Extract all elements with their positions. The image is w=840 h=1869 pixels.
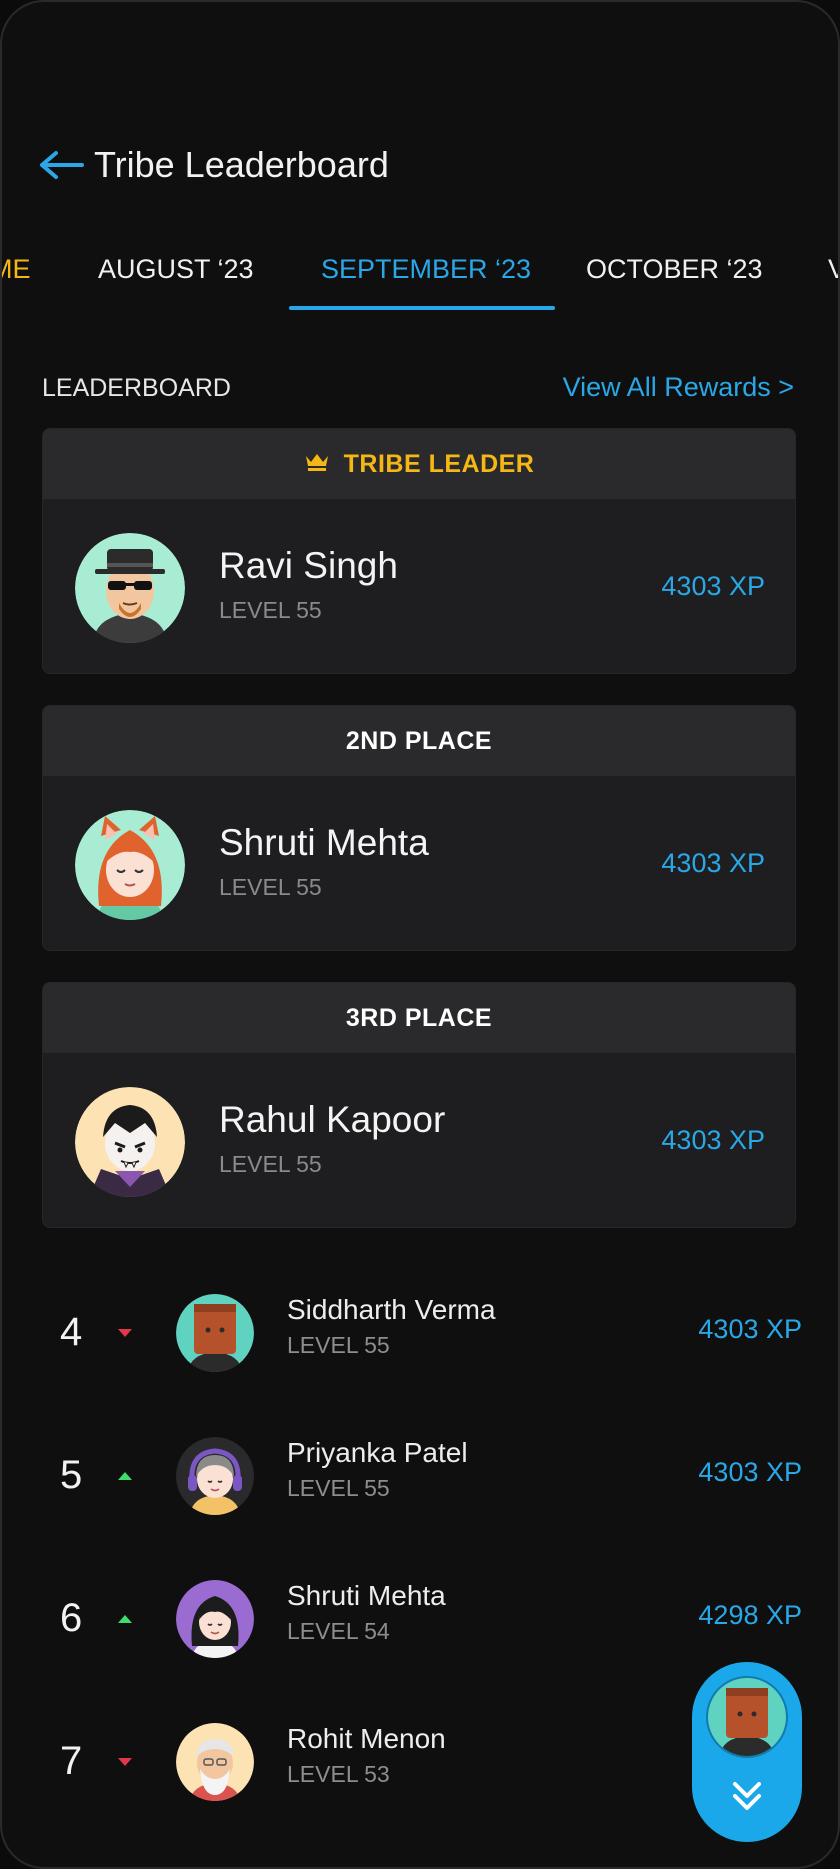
podium-name: Shruti Mehta xyxy=(219,822,429,863)
month-tabs: ME AUGUST ‘23 SEPTEMBER ‘23 OCTOBER ‘23 … xyxy=(2,242,838,312)
dark-hair-girl-avatar xyxy=(176,1580,254,1658)
player-name: Rohit Menon xyxy=(287,1723,446,1754)
podium-card-second[interactable]: 2ND PLACE Shruti Mehta LEVEL 55 4303 XP xyxy=(42,705,796,951)
player-level: LEVEL 55 xyxy=(287,1475,390,1501)
podium-xp: 4303 XP xyxy=(661,1125,765,1155)
player-name: Priyanka Patel xyxy=(287,1437,468,1468)
section-label: LEADERBOARD xyxy=(42,374,231,402)
rank-number: 7 xyxy=(60,1739,83,1783)
box-head-avatar xyxy=(706,1676,788,1758)
podium-place-label: 3RD PLACE xyxy=(345,1003,493,1032)
player-level: LEVEL 54 xyxy=(287,1618,390,1644)
box-head-avatar xyxy=(176,1294,254,1372)
tab-me[interactable]: ME xyxy=(2,254,31,285)
player-name: Siddharth Verma xyxy=(287,1294,496,1325)
double-chevron-down-icon xyxy=(727,1778,767,1819)
crown-icon xyxy=(304,450,330,479)
jump-to-my-rank-button[interactable] xyxy=(692,1662,802,1842)
podium-header: 2ND PLACE xyxy=(43,706,795,776)
header: Tribe Leaderboard xyxy=(38,140,389,190)
player-xp: 4303 XP xyxy=(698,1314,802,1344)
vampire-avatar xyxy=(75,1087,185,1197)
podium-card-first[interactable]: TRIBE LEADER Ravi Singh LEVEL 55 4303 XP xyxy=(42,428,796,674)
list-item-rank-5[interactable]: 5 Priyanka Patel LEVEL 55 4303 XP xyxy=(2,1425,838,1535)
tab-august[interactable]: AUGUST ‘23 xyxy=(98,254,254,285)
podium-level: LEVEL 55 xyxy=(219,597,322,623)
tab-next[interactable]: V xyxy=(828,254,838,285)
podium-place-label: TRIBE LEADER xyxy=(343,449,535,478)
podium-xp: 4303 XP xyxy=(661,848,765,878)
podium-header: TRIBE LEADER xyxy=(43,429,795,499)
girl-cat-ears-avatar xyxy=(75,810,185,920)
podium-card-third[interactable]: 3RD PLACE Rahul Kapoor LEVEL 55 4303 XP xyxy=(42,982,796,1228)
old-man-avatar xyxy=(176,1723,254,1801)
trend-down-icon xyxy=(116,1326,134,1344)
podium-name: Ravi Singh xyxy=(219,545,398,586)
tab-october[interactable]: OCTOBER ‘23 xyxy=(586,254,763,285)
rank-number: 5 xyxy=(60,1453,83,1497)
trend-up-icon xyxy=(116,1469,134,1487)
podium-place-label: 2ND PLACE xyxy=(345,726,493,755)
podium-level: LEVEL 55 xyxy=(219,1151,322,1177)
headphones-avatar xyxy=(176,1437,254,1515)
player-level: LEVEL 55 xyxy=(287,1332,390,1358)
trend-up-icon xyxy=(116,1612,134,1630)
app-screen: Tribe Leaderboard ME AUGUST ‘23 SEPTEMBE… xyxy=(0,0,840,1869)
rank-number: 4 xyxy=(60,1310,83,1354)
podium-level: LEVEL 55 xyxy=(219,874,322,900)
tab-september[interactable]: SEPTEMBER ‘23 xyxy=(321,254,531,285)
back-arrow-icon[interactable] xyxy=(38,145,90,185)
player-xp: 4303 XP xyxy=(698,1457,802,1487)
player-level: LEVEL 53 xyxy=(287,1761,390,1787)
podium-xp: 4303 XP xyxy=(661,571,765,601)
list-item-rank-6[interactable]: 6 Shruti Mehta LEVEL 54 4298 XP xyxy=(2,1568,838,1678)
page-title: Tribe Leaderboard xyxy=(94,144,389,185)
view-all-rewards-link[interactable]: View All Rewards > xyxy=(563,372,794,403)
trend-down-icon xyxy=(116,1755,134,1773)
podium-header: 3RD PLACE xyxy=(43,983,795,1053)
podium-name: Rahul Kapoor xyxy=(219,1099,446,1140)
leaderboard-section-header: LEADERBOARD View All Rewards > xyxy=(42,372,794,406)
player-xp: 4298 XP xyxy=(698,1600,802,1630)
man-hat-sunglasses-avatar xyxy=(75,533,185,643)
rank-number: 6 xyxy=(60,1596,83,1640)
active-tab-indicator xyxy=(289,306,555,310)
list-item-rank-4[interactable]: 4 Siddharth Verma LEVEL 55 4303 XP xyxy=(2,1282,838,1392)
player-name: Shruti Mehta xyxy=(287,1580,446,1611)
